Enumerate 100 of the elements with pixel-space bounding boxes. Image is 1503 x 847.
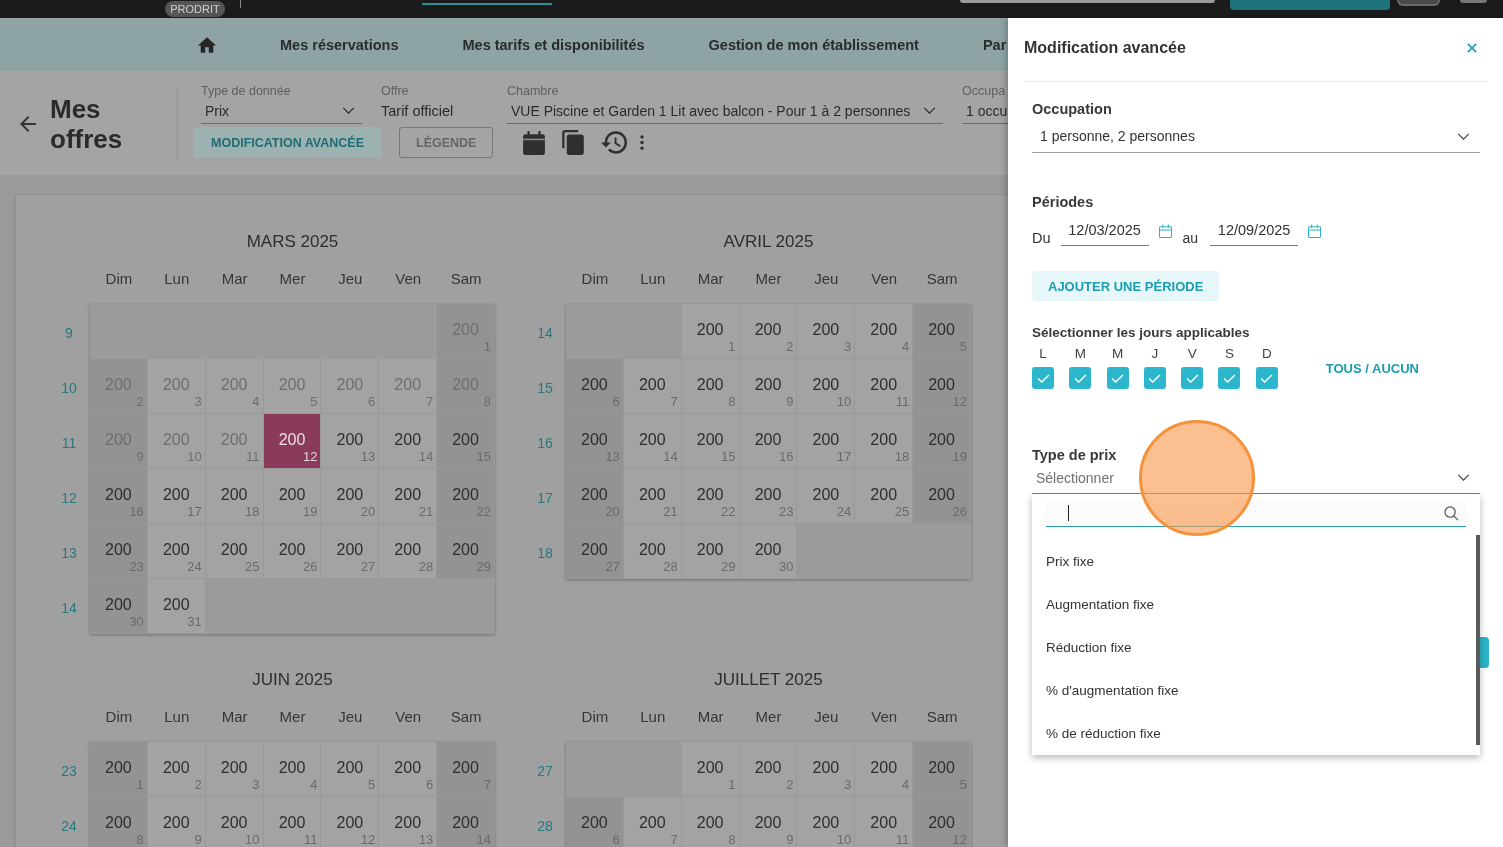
day-cell[interactable]: 200 14 (379, 414, 438, 469)
day-checkbox[interactable] (1181, 367, 1204, 389)
scrollbar-thumb[interactable] (1476, 535, 1480, 745)
nav-link[interactable]: Mes tarifs et disponibilités (462, 36, 645, 53)
day-cell[interactable]: 200 8 (681, 359, 740, 414)
back-arrow-icon[interactable] (20, 116, 36, 132)
day-cell[interactable]: 200 22 (681, 469, 740, 524)
calendar-icon[interactable] (1308, 224, 1322, 238)
search-field[interactable] (1046, 500, 1466, 527)
day-checkbox[interactable] (1032, 367, 1054, 389)
header-button[interactable] (1397, 0, 1440, 6)
select-all-link[interactable]: TOUS / AUCUN (1325, 360, 1419, 376)
day-cell[interactable]: 200 19 (263, 469, 322, 524)
weekday-header: Mar (220, 269, 249, 289)
field-label: Chambre (507, 84, 560, 98)
day-checkbox[interactable] (1106, 367, 1129, 389)
day-cell[interactable]: 200 18 (205, 469, 264, 524)
day-cell[interactable]: 200 9 (739, 797, 798, 847)
day-cell[interactable]: 200 11 (855, 359, 914, 414)
day-cell[interactable]: 200 13 (379, 797, 438, 847)
day-cell[interactable]: 200 28 (379, 524, 438, 579)
search-icon[interactable] (1444, 505, 1459, 521)
day-cell[interactable]: 200 1 (681, 304, 740, 359)
day-cell[interactable]: 200 5 (321, 742, 380, 797)
dropdown-option[interactable]: % de réduction fixe (1046, 712, 1466, 755)
dropdown-option[interactable]: Réduction fixe (1046, 626, 1466, 669)
day-cell[interactable]: 200 26 (263, 524, 322, 579)
day-cell[interactable]: 200 3 (797, 304, 856, 359)
day-number: 25 (245, 560, 261, 574)
day-cell[interactable]: 200 24 (147, 524, 206, 579)
date-field[interactable]: 12/03/2025 (1060, 216, 1149, 246)
day-cell[interactable]: 200 20 (321, 469, 380, 524)
day-cell[interactable]: 200 7 (623, 359, 682, 414)
day-cell[interactable]: 200 11 (263, 797, 322, 847)
day-cell[interactable]: 200 10 (205, 797, 264, 847)
day-cell[interactable]: 200 7 (623, 797, 682, 847)
day-checkbox[interactable] (1218, 367, 1241, 389)
day-cell[interactable]: 200 17 (147, 469, 206, 524)
avatar-icon[interactable] (1460, 0, 1487, 3)
day-cell[interactable]: 200 4 (855, 742, 914, 797)
day-cell[interactable]: 200 28 (623, 524, 682, 579)
history-icon[interactable] (601, 131, 628, 154)
day-cell[interactable]: 200 3 (797, 742, 856, 797)
calendar-icon[interactable] (1158, 224, 1172, 238)
day-cell[interactable]: 200 10 (797, 797, 856, 847)
date-field[interactable]: 12/09/2025 (1210, 216, 1299, 246)
calendar-icon[interactable] (523, 130, 546, 155)
day-cell[interactable]: 200 10 (797, 359, 856, 414)
day-cell[interactable]: 200 12 (263, 414, 322, 469)
select-field[interactable]: VUE Piscine et Garden 1 Lit avec balcon - Pour 1 à 2 personnes (507, 98, 943, 124)
day-cell[interactable]: 200 1 (681, 742, 740, 797)
day-cell[interactable]: 200 31 (147, 579, 206, 634)
day-cell[interactable]: 200 2 (739, 742, 798, 797)
add-period-button[interactable]: AJOUTER UNE PÉRIODE (1032, 271, 1220, 301)
day-cell[interactable]: 200 25 (205, 524, 264, 579)
day-cell[interactable]: 200 8 (681, 797, 740, 847)
day-cell[interactable]: 200 24 (797, 469, 856, 524)
day-cell[interactable]: 200 4 (263, 742, 322, 797)
day-cell[interactable]: 200 9 (147, 797, 206, 847)
day-cell[interactable]: 200 17 (797, 414, 856, 469)
checkbox-label: V (1187, 347, 1197, 361)
day-price: 200 (452, 485, 479, 505)
day-cell[interactable]: 200 2 (147, 742, 206, 797)
search-field[interactable] (960, 0, 1215, 3)
day-cell[interactable]: 200 30 (739, 524, 798, 579)
copy-icon[interactable] (562, 130, 585, 155)
day-checkbox[interactable] (1255, 367, 1278, 389)
day-cell[interactable]: 200 2 (739, 304, 798, 359)
weekday-header: Dim (104, 707, 134, 727)
day-checkbox[interactable] (1143, 367, 1166, 389)
select-field[interactable]: Prix (201, 98, 362, 124)
occupation-select[interactable]: 1 personne, 2 personnes (1032, 122, 1480, 153)
nav-link[interactable]: Gestion de mon établissement (708, 36, 919, 53)
day-cell[interactable]: 200 4 (855, 304, 914, 359)
day-price: 200 (452, 813, 479, 833)
nav-link[interactable]: Mes réservations (280, 36, 399, 53)
home-icon[interactable] (198, 36, 216, 53)
day-cell[interactable]: 200 15 (681, 414, 740, 469)
day-cell[interactable]: 200 9 (739, 359, 798, 414)
day-cell[interactable]: 200 16 (739, 414, 798, 469)
day-cell[interactable]: 200 13 (321, 414, 380, 469)
day-cell[interactable]: 200 29 (681, 524, 740, 579)
day-cell[interactable]: 200 23 (739, 469, 798, 524)
day-cell[interactable]: 200 21 (379, 469, 438, 524)
day-cell[interactable]: 200 21 (623, 469, 682, 524)
button-edge[interactable] (1480, 637, 1489, 668)
day-cell[interactable]: 200 3 (205, 742, 264, 797)
day-cell[interactable]: 200 12 (321, 797, 380, 847)
dropdown-option[interactable]: Prix fixe (1046, 540, 1466, 583)
day-cell[interactable]: 200 14 (623, 414, 682, 469)
day-cell[interactable]: 200 6 (379, 742, 438, 797)
day-checkbox[interactable] (1069, 367, 1092, 389)
more-options-icon[interactable] (640, 135, 645, 150)
dropdown-option[interactable]: Augmentation fixe (1046, 583, 1466, 626)
nav-link[interactable]: Par (982, 36, 1007, 53)
day-cell[interactable]: 200 27 (321, 524, 380, 579)
day-cell[interactable]: 200 18 (855, 414, 914, 469)
day-cell[interactable]: 200 11 (855, 797, 914, 847)
day-cell[interactable]: 200 25 (855, 469, 914, 524)
dropdown-option[interactable]: % d'augmentation fixe (1046, 669, 1466, 712)
